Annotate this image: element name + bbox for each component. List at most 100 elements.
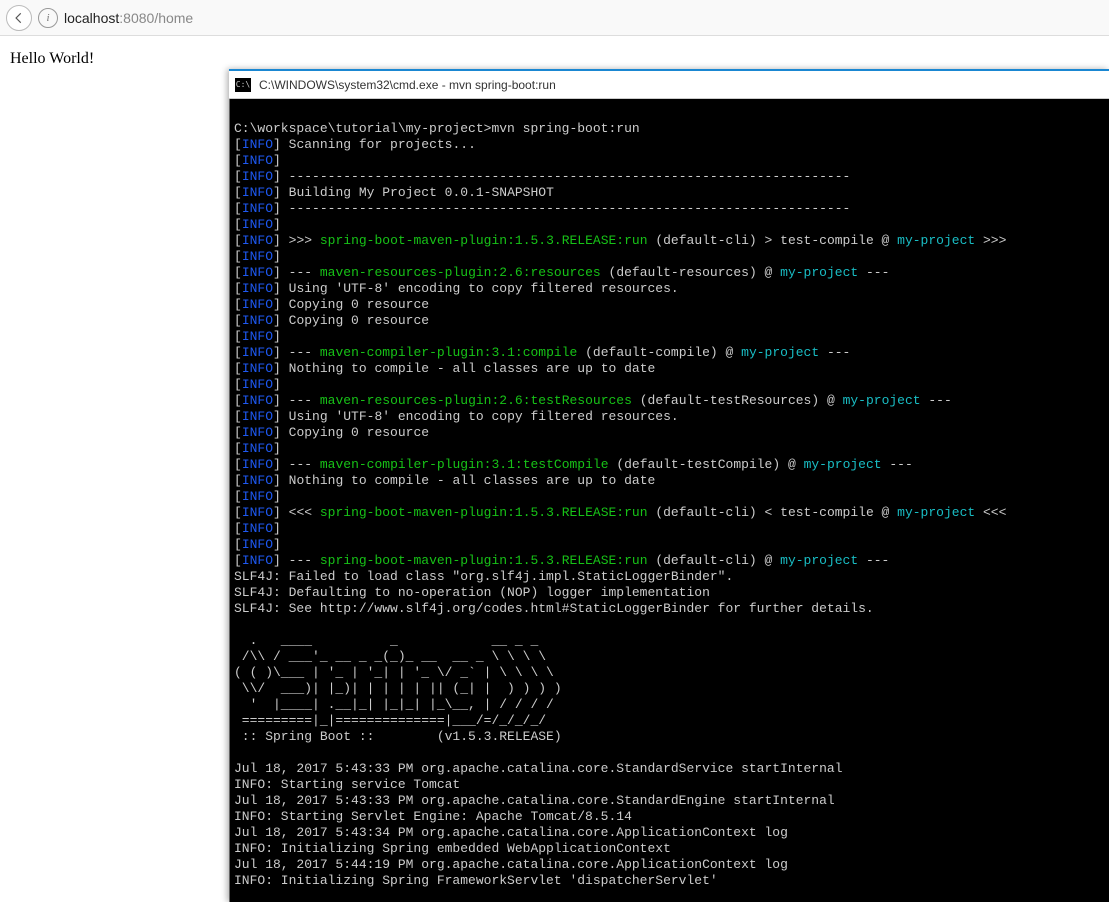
cmd-line: C:\workspace\tutorial\my-project>mvn spr…: [234, 105, 1105, 889]
spring-banner: . ____ _ __ _ _: [234, 633, 538, 648]
info-tag: INFO: [242, 441, 273, 456]
goal-text: (default-compile) @: [577, 345, 741, 360]
plugin-text: maven-compiler-plugin:3.1:compile: [320, 345, 577, 360]
cmd-titlebar[interactable]: C:\ C:\WINDOWS\system32\cmd.exe - mvn sp…: [229, 71, 1109, 99]
info-tag: INFO: [242, 473, 273, 488]
info-tag: INFO: [242, 505, 273, 520]
info-glyph: i: [46, 12, 49, 24]
browser-address-bar: i localhost:8080/home: [0, 0, 1109, 36]
plugin-text: maven-resources-plugin:2.6:testResources: [320, 393, 632, 408]
arrow-text: >>>: [281, 233, 320, 248]
project-text: my-project: [780, 553, 858, 568]
utf8-text: Using 'UTF-8' encoding to copy filtered …: [281, 281, 679, 296]
project-text: my-project: [897, 233, 975, 248]
dash-text: ---: [882, 457, 913, 472]
copy-text: Copying 0 resource: [281, 297, 429, 312]
goal-text: (default-testResources) @: [632, 393, 843, 408]
plugin-text: spring-boot-maven-plugin:1.5.3.RELEASE:r…: [320, 233, 648, 248]
tomcat-log: INFO: Starting Servlet Engine: Apache To…: [234, 809, 632, 824]
info-tag: INFO: [242, 345, 273, 360]
slf4j-line: SLF4J: See http://www.slf4j.org/codes.ht…: [234, 601, 874, 616]
plugin-text: spring-boot-maven-plugin:1.5.3.RELEASE:r…: [320, 553, 648, 568]
url-host: localhost: [64, 10, 119, 26]
cmd-window: C:\ C:\WINDOWS\system32\cmd.exe - mvn sp…: [229, 69, 1109, 902]
info-tag: INFO: [242, 201, 273, 216]
spring-banner: ' |____| .__|_| |_|_| |_\__, | / / / /: [234, 697, 554, 712]
info-tag: INFO: [242, 281, 273, 296]
dash-line: ----------------------------------------…: [281, 201, 851, 216]
info-tag: INFO: [242, 425, 273, 440]
arrow-text: <<<: [281, 505, 320, 520]
tomcat-log: Jul 18, 2017 5:43:33 PM org.apache.catal…: [234, 761, 843, 776]
project-text: my-project: [843, 393, 921, 408]
tomcat-log: Jul 18, 2017 5:43:34 PM org.apache.catal…: [234, 825, 788, 840]
tomcat-log: Jul 18, 2017 5:43:33 PM org.apache.catal…: [234, 793, 835, 808]
copy-text: Copying 0 resource: [281, 425, 429, 440]
dash-text: ---: [281, 457, 320, 472]
goal-text: (default-cli) @: [648, 553, 781, 568]
info-tag: INFO: [242, 489, 273, 504]
plugin-text: maven-compiler-plugin:3.1:testCompile: [320, 457, 609, 472]
info-tag: INFO: [242, 409, 273, 424]
project-text: my-project: [780, 265, 858, 280]
url-port: :8080: [119, 10, 154, 26]
nothing-text: Nothing to compile - all classes are up …: [281, 473, 655, 488]
info-tag: INFO: [242, 361, 273, 376]
slf4j-line: SLF4J: Defaulting to no-operation (NOP) …: [234, 585, 710, 600]
dash-text: ---: [281, 553, 320, 568]
project-text: my-project: [804, 457, 882, 472]
spring-banner: :: Spring Boot :: (v1.5.3.RELEASE): [234, 729, 562, 744]
tomcat-log: INFO: Initializing Spring FrameworkServl…: [234, 873, 718, 888]
project-text: my-project: [741, 345, 819, 360]
spring-banner: ( ( )\___ | '_ | '_| | '_ \/ _` | \ \ \ …: [234, 665, 554, 680]
info-tag: INFO: [242, 537, 273, 552]
utf8-text: Using 'UTF-8' encoding to copy filtered …: [281, 409, 679, 424]
info-tag: INFO: [242, 169, 273, 184]
info-tag: INFO: [242, 457, 273, 472]
url-path: /home: [154, 10, 193, 26]
hello-text: Hello World!: [10, 50, 94, 67]
info-tag: INFO: [242, 377, 273, 392]
project-text: my-project: [897, 505, 975, 520]
site-info-icon[interactable]: i: [38, 8, 58, 28]
info-tag: INFO: [242, 521, 273, 536]
nothing-text: Nothing to compile - all classes are up …: [281, 361, 655, 376]
dash-text: ---: [281, 265, 320, 280]
info-tag: INFO: [242, 329, 273, 344]
back-button[interactable]: [6, 5, 32, 31]
arrow-left-icon: [12, 11, 26, 25]
goal-text: (default-cli) < test-compile @: [648, 505, 898, 520]
info-tag: INFO: [242, 393, 273, 408]
info-tag: INFO: [242, 313, 273, 328]
copy-text: Copying 0 resource: [281, 313, 429, 328]
goal-text: (default-resources) @: [601, 265, 780, 280]
info-tag: INFO: [242, 233, 273, 248]
arrow-text: >>>: [975, 233, 1006, 248]
goal-text: (default-cli) > test-compile @: [648, 233, 898, 248]
spring-banner: \\/ ___)| |_)| | | | | || (_| | ) ) ) ): [234, 681, 562, 696]
cmd-title: C:\WINDOWS\system32\cmd.exe - mvn spring…: [259, 78, 556, 92]
dash-text: ---: [858, 553, 889, 568]
arrow-text: <<<: [975, 505, 1006, 520]
info-tag: INFO: [242, 217, 273, 232]
dash-text: ---: [281, 345, 320, 360]
url-display[interactable]: localhost:8080/home: [64, 10, 193, 26]
cmd-icon-text: C:\: [236, 80, 250, 89]
dash-text: ---: [921, 393, 952, 408]
building-text: Building My Project 0.0.1-SNAPSHOT: [281, 185, 554, 200]
info-tag: INFO: [242, 153, 273, 168]
prompt-line: C:\workspace\tutorial\my-project>mvn spr…: [234, 121, 640, 136]
tomcat-log: INFO: Initializing Spring embedded WebAp…: [234, 841, 671, 856]
scanning-text: Scanning for projects...: [281, 137, 476, 152]
info-tag: INFO: [242, 249, 273, 264]
plugin-text: maven-resources-plugin:2.6:resources: [320, 265, 601, 280]
info-tag: INFO: [242, 265, 273, 280]
plugin-text: spring-boot-maven-plugin:1.5.3.RELEASE:r…: [320, 505, 648, 520]
cmd-output[interactable]: C:\workspace\tutorial\my-project>mvn spr…: [229, 99, 1109, 902]
dash-text: ---: [858, 265, 889, 280]
info-tag: INFO: [242, 185, 273, 200]
info-tag: INFO: [242, 297, 273, 312]
cmd-icon: C:\: [235, 78, 251, 92]
slf4j-line: SLF4J: Failed to load class "org.slf4j.i…: [234, 569, 733, 584]
dash-line: ----------------------------------------…: [281, 169, 851, 184]
